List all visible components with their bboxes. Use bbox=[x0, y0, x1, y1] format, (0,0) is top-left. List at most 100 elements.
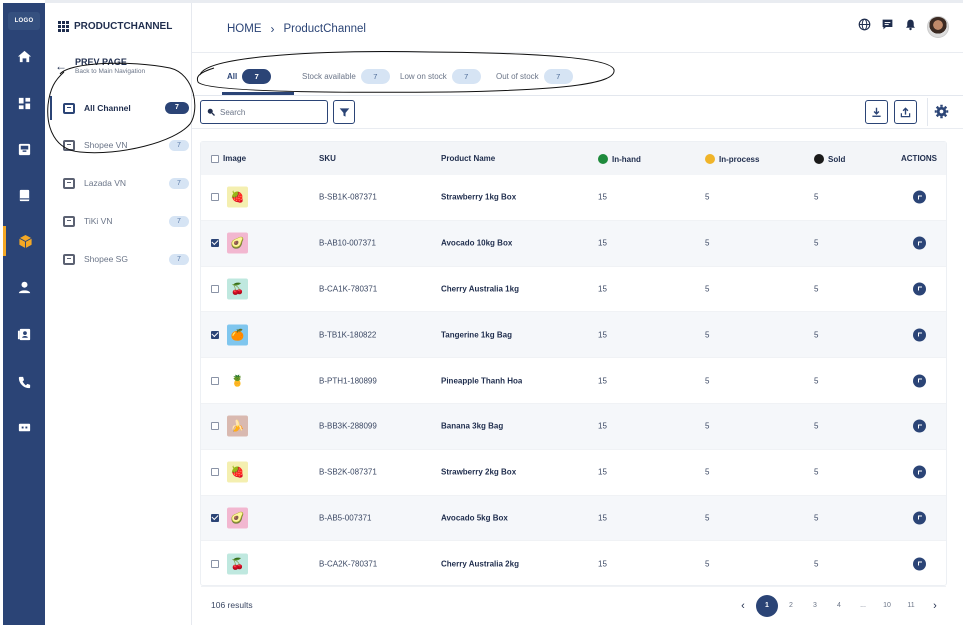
row-checkbox[interactable] bbox=[211, 513, 219, 522]
page-button[interactable]: 4 bbox=[827, 595, 851, 617]
prev-page-link[interactable]: ← PREV PAGE Back to Main Navigation bbox=[55, 57, 145, 75]
avatar[interactable] bbox=[927, 16, 949, 38]
table-row[interactable]: 🍊 B-TB1K-180822 Tangerine 1kg Bag 15 5 5 bbox=[201, 312, 946, 359]
download-button[interactable] bbox=[865, 100, 888, 124]
book-icon[interactable] bbox=[3, 180, 45, 210]
row-checkbox[interactable] bbox=[211, 376, 219, 385]
upload-icon bbox=[900, 106, 911, 117]
chevron-right-icon: › bbox=[270, 22, 275, 36]
sold-cell: 5 bbox=[814, 238, 819, 248]
globe-icon[interactable] bbox=[858, 18, 871, 36]
table-row[interactable]: 🥑 B-AB10-007371 Avocado 10kg Box 15 5 5 bbox=[201, 220, 946, 267]
table-row[interactable]: 🍒 B-CA1K-780371 Cherry Australia 1kg 15 5 5 bbox=[201, 267, 946, 313]
row-action-icon[interactable] bbox=[913, 190, 926, 204]
tab-stock-available[interactable]: Stock available 7 bbox=[302, 69, 390, 84]
avocado-thumbnail: 🥑 bbox=[227, 507, 248, 529]
page-button[interactable]: 2 bbox=[779, 595, 803, 617]
prev-page-button[interactable]: ‹ bbox=[731, 595, 755, 617]
page-button[interactable]: 11 bbox=[899, 595, 923, 617]
filter-button[interactable] bbox=[333, 100, 355, 124]
col-in-process[interactable]: In-process bbox=[705, 154, 759, 164]
table-row[interactable]: 🍒 B-CA2K-780371 Cherry Australia 2kg 15 5 5 bbox=[201, 541, 946, 588]
channel-item-tiki-vn[interactable]: TiKi VN 7 bbox=[53, 209, 189, 233]
col-sku[interactable]: SKU bbox=[319, 154, 336, 163]
channel-count: 7 bbox=[165, 102, 189, 114]
home-icon[interactable] bbox=[3, 41, 45, 71]
breadcrumb-home[interactable]: HOME bbox=[227, 23, 262, 35]
table-footer: 106 results ‹ 1 2 3 4... 10 11 › bbox=[200, 593, 947, 619]
settings-button[interactable] bbox=[934, 104, 949, 124]
page-button[interactable]: 1 bbox=[756, 595, 778, 617]
table-row[interactable]: 🍍 B-PTH1-180899 Pineapple Thanh Hoa 15 5 5 bbox=[201, 358, 946, 404]
row-action-icon[interactable] bbox=[913, 511, 926, 525]
contacts-icon[interactable] bbox=[3, 319, 45, 349]
page-button[interactable]: 3 bbox=[803, 595, 827, 617]
product-name-cell: Pineapple Thanh Hoa bbox=[441, 376, 523, 386]
select-all-checkbox[interactable] bbox=[211, 154, 219, 163]
tab-label: All bbox=[227, 72, 238, 81]
table-row[interactable]: 🍌 B-BB3K-288099 Banana 3kg Bag 15 5 5 bbox=[201, 403, 946, 450]
row-action-icon[interactable] bbox=[913, 374, 926, 388]
row-action-icon[interactable] bbox=[913, 236, 926, 250]
store-icon bbox=[63, 139, 75, 151]
stock-tabs: All 7 Stock available 7 Low on stock 7 O… bbox=[192, 54, 963, 96]
in-process-cell: 5 bbox=[705, 467, 710, 477]
in-hand-cell: 15 bbox=[598, 238, 607, 248]
page-button[interactable]: 10 bbox=[875, 595, 899, 617]
channel-item-lazada-vn[interactable]: Lazada VN 7 bbox=[53, 171, 189, 195]
phone-icon[interactable] bbox=[3, 367, 45, 397]
tab-low-on-stock[interactable]: Low on stock 7 bbox=[400, 69, 481, 84]
row-checkbox[interactable] bbox=[211, 239, 219, 248]
row-checkbox[interactable] bbox=[211, 193, 219, 202]
tab-all[interactable]: All 7 bbox=[227, 69, 272, 84]
table-row[interactable]: 🍓 B-SB1K-087371 Strawberry 1kg Box 15 5 5 bbox=[201, 175, 946, 221]
row-checkbox[interactable] bbox=[211, 468, 219, 477]
cherry-thumbnail: 🍒 bbox=[227, 553, 248, 575]
sku-cell: B-SB1K-087371 bbox=[319, 192, 377, 202]
channel-item-shopee-sg[interactable]: Shopee SG 7 bbox=[53, 247, 189, 271]
table-body: 🍓 B-SB1K-087371 Strawberry 1kg Box 15 5 5 🥑 B-A… bbox=[201, 175, 946, 588]
col-sold[interactable]: Sold bbox=[814, 154, 845, 164]
sku-cell: B-TB1K-180822 bbox=[319, 330, 377, 340]
table-row[interactable]: 🥑 B-AB5-007371 Avocado 5kg Box 15 5 5 bbox=[201, 495, 946, 542]
next-page-button[interactable]: › bbox=[923, 595, 947, 617]
row-action-icon[interactable] bbox=[913, 282, 926, 296]
dashboard-icon[interactable] bbox=[3, 88, 45, 118]
row-checkbox[interactable] bbox=[211, 422, 219, 431]
tab-out-of-stock[interactable]: Out of stock 7 bbox=[496, 69, 573, 84]
ticket-icon[interactable] bbox=[3, 412, 45, 442]
inbox-icon[interactable] bbox=[3, 134, 45, 164]
prev-page-title: PREV PAGE bbox=[75, 57, 127, 67]
in-process-cell: 5 bbox=[705, 330, 710, 340]
channel-item-all[interactable]: All Channel 7 bbox=[50, 96, 189, 120]
col-in-hand[interactable]: In-hand bbox=[598, 154, 641, 164]
search-input[interactable] bbox=[220, 107, 320, 117]
upload-button[interactable] bbox=[894, 100, 917, 124]
tab-count: 7 bbox=[242, 69, 272, 84]
row-action-icon[interactable] bbox=[913, 465, 926, 479]
row-checkbox[interactable] bbox=[211, 330, 219, 339]
banana-thumbnail: 🍌 bbox=[227, 415, 248, 437]
table-row[interactable]: 🍓 B-SB2K-087371 Strawberry 2kg Box 15 5 5 bbox=[201, 450, 946, 496]
row-action-icon[interactable] bbox=[913, 419, 926, 433]
col-product-name[interactable]: Product Name bbox=[441, 154, 495, 163]
col-in-process-label: In-process bbox=[719, 154, 760, 164]
back-arrow-icon: ← bbox=[55, 59, 67, 73]
sold-cell: 5 bbox=[814, 330, 819, 340]
row-checkbox[interactable] bbox=[211, 284, 219, 293]
in-hand-cell: 15 bbox=[598, 559, 607, 569]
sold-cell: 5 bbox=[814, 467, 819, 477]
channel-label: TiKi VN bbox=[84, 216, 113, 226]
bell-icon[interactable] bbox=[904, 18, 917, 36]
channel-item-shopee-vn[interactable]: Shopee VN 7 bbox=[53, 133, 189, 157]
row-checkbox[interactable] bbox=[211, 559, 219, 568]
in-hand-cell: 15 bbox=[598, 421, 607, 431]
row-action-icon[interactable] bbox=[913, 557, 926, 571]
chat-icon[interactable] bbox=[881, 18, 894, 36]
search-box bbox=[200, 100, 328, 124]
user-icon[interactable] bbox=[3, 272, 45, 302]
package-icon[interactable] bbox=[3, 226, 45, 256]
main-nav-rail: LOGO bbox=[3, 3, 45, 625]
row-action-icon[interactable] bbox=[913, 328, 926, 342]
sold-cell: 5 bbox=[814, 559, 819, 569]
